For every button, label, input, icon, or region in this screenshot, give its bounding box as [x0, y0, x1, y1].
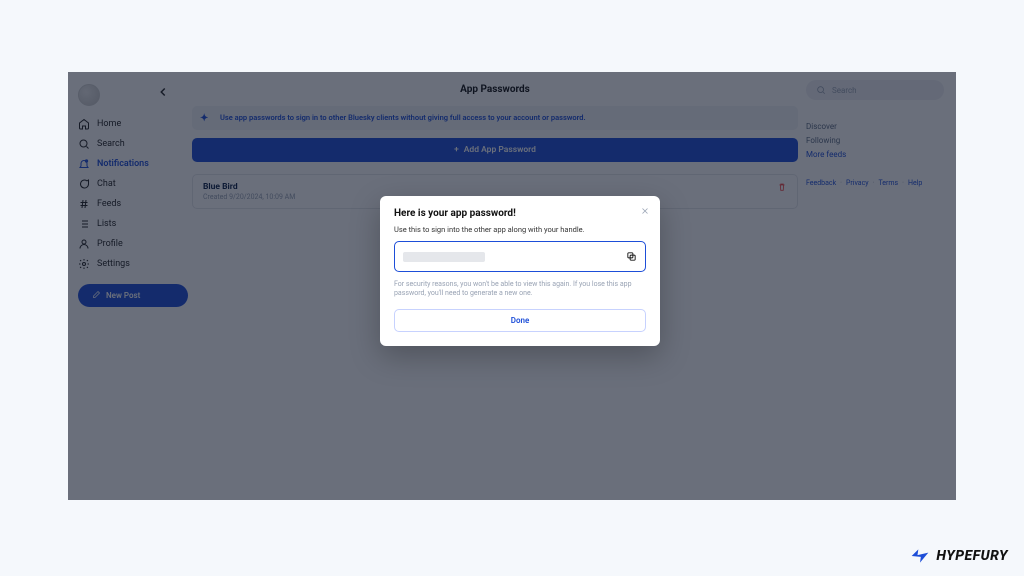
password-display-field[interactable] — [394, 241, 646, 272]
hypefury-logo-icon — [910, 546, 930, 566]
app-password-modal: Here is your app password! Use this to s… — [380, 196, 660, 346]
hypefury-logo-text: HYPEFURY — [936, 548, 1008, 564]
password-redacted — [403, 252, 485, 262]
done-button-label: Done — [511, 316, 530, 325]
copy-password-button[interactable] — [626, 247, 637, 266]
modal-note: For security reasons, you won't be able … — [394, 280, 646, 299]
done-button[interactable]: Done — [394, 309, 646, 332]
modal-close-button[interactable] — [640, 206, 650, 219]
close-icon — [640, 206, 650, 216]
copy-icon — [626, 251, 637, 262]
hypefury-watermark: HYPEFURY — [910, 546, 1008, 566]
app-window: Home Search Notifications Chat — [68, 72, 956, 500]
modal-title: Here is your app password! — [394, 208, 646, 219]
modal-subtitle: Use this to sign into the other app alon… — [394, 225, 646, 234]
